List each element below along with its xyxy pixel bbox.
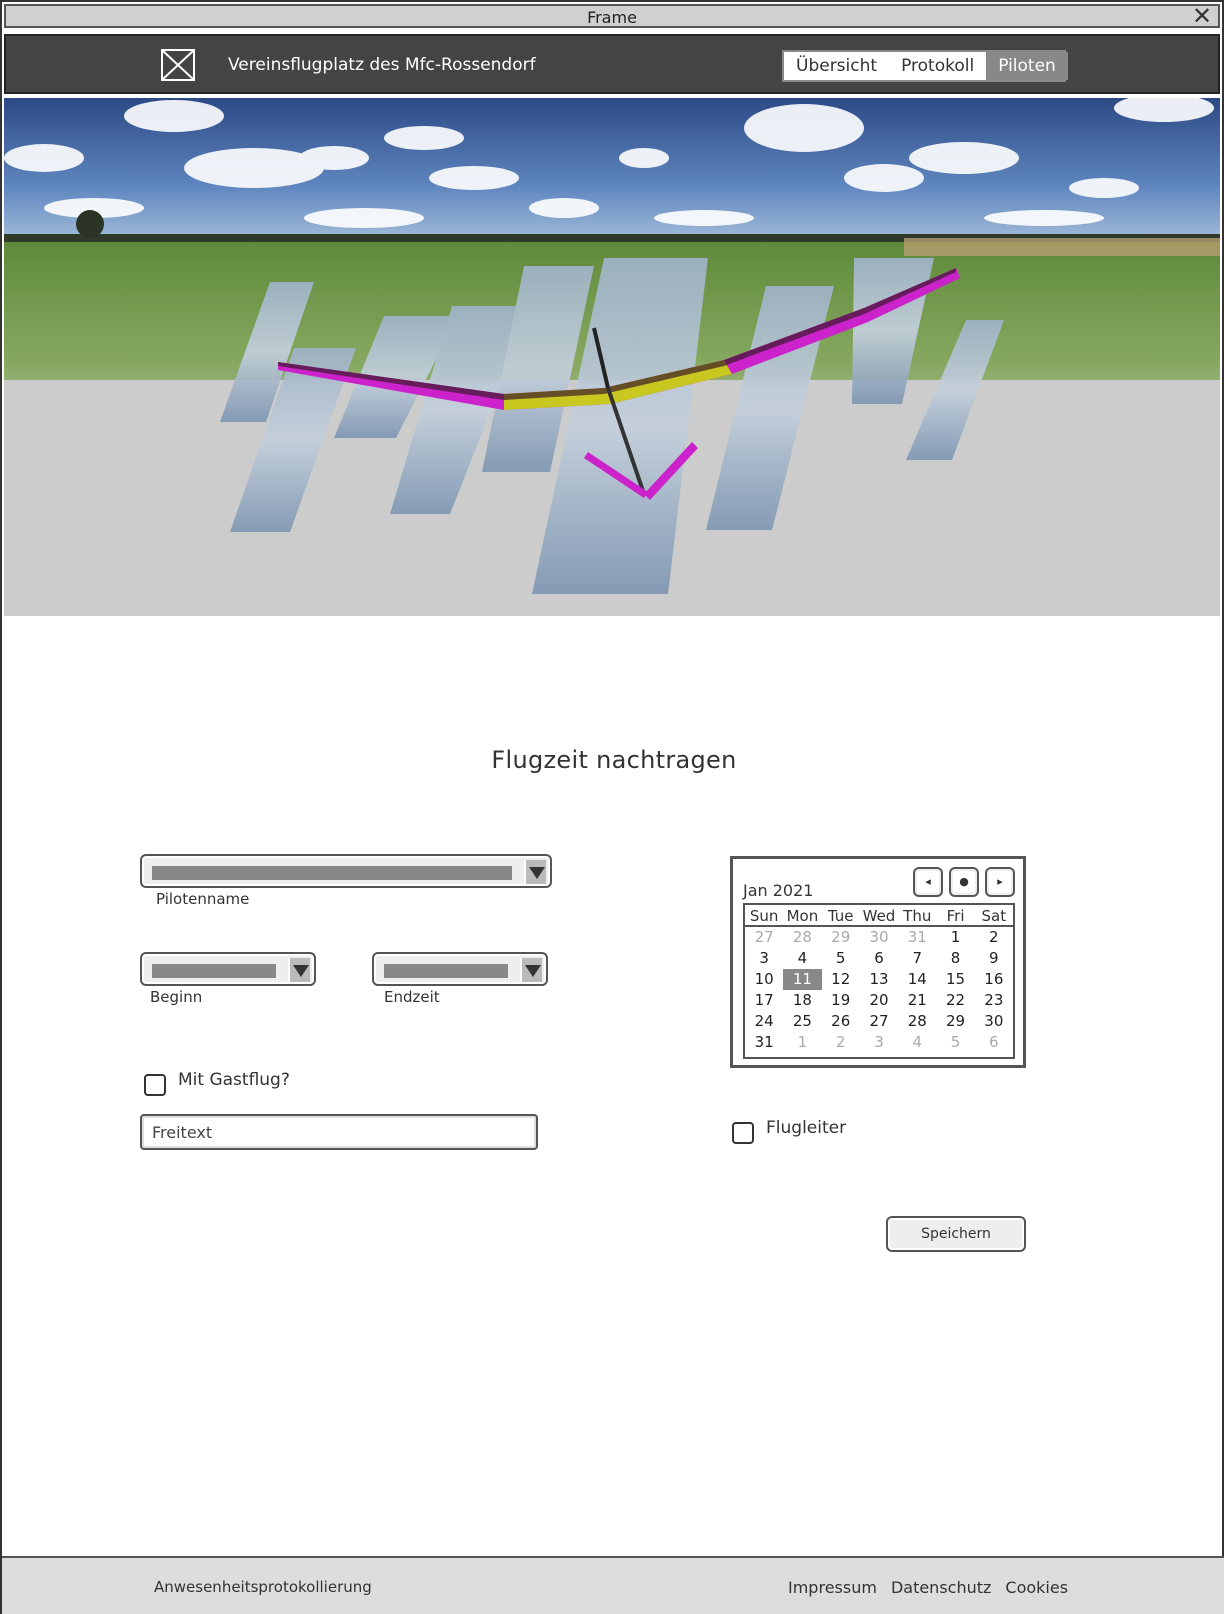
calendar-day[interactable]: 2 — [822, 1032, 860, 1053]
calendar-day[interactable]: 5 — [822, 948, 860, 969]
calendar-day[interactable]: 9 — [975, 948, 1013, 969]
calendar-day[interactable]: 19 — [822, 990, 860, 1011]
calendar-month: Jan 2021 — [743, 881, 814, 900]
flight-director-checkbox[interactable] — [732, 1122, 754, 1144]
chevron-down-icon[interactable] — [524, 860, 546, 884]
hero-image — [4, 98, 1220, 616]
calendar-day[interactable]: 27 — [860, 1011, 898, 1032]
chevron-down-icon[interactable] — [520, 958, 542, 982]
calendar-week: 31 1 2 3 4 5 6 — [745, 1032, 1013, 1053]
site-header: Vereinsflugplatz des Mfc-Rossendorf Über… — [4, 34, 1220, 94]
calendar-day[interactable]: 3 — [745, 948, 783, 969]
calendar-day[interactable]: 16 — [975, 969, 1013, 990]
calendar-day[interactable]: 8 — [936, 948, 974, 969]
calendar-day[interactable]: 10 — [745, 969, 783, 990]
calendar-week: 24 25 26 27 28 29 30 — [745, 1011, 1013, 1032]
site-title: Vereinsflugplatz des Mfc-Rossendorf — [228, 55, 536, 75]
weekday-label: Thu — [903, 907, 932, 925]
calendar-day[interactable]: 5 — [936, 1032, 974, 1053]
calendar-day[interactable]: 29 — [936, 1011, 974, 1032]
footer-links: Impressum Datenschutz Cookies — [788, 1578, 1068, 1597]
title-bar: Frame ✕ — [4, 4, 1220, 28]
end-time-label: Endzeit — [384, 988, 440, 1006]
calendar-day[interactable]: 31 — [898, 927, 936, 948]
chevron-down-icon[interactable] — [288, 958, 310, 982]
calendar-today-icon[interactable]: ● — [949, 867, 979, 897]
tab-piloten[interactable]: Piloten — [986, 52, 1068, 80]
calendar-day[interactable]: 1 — [783, 1032, 821, 1053]
calendar-day[interactable]: 30 — [860, 927, 898, 948]
calendar-week: 17 18 19 20 21 22 23 — [745, 990, 1013, 1011]
calendar-day[interactable]: 30 — [975, 1011, 1013, 1032]
calendar-day[interactable]: 29 — [822, 927, 860, 948]
calendar-day[interactable]: 7 — [898, 948, 936, 969]
pilot-name-label: Pilotenname — [156, 890, 250, 908]
calendar-day[interactable]: 31 — [745, 1032, 783, 1053]
freitext-input[interactable]: Freitext — [140, 1114, 538, 1150]
weekday-label: Sun — [749, 907, 779, 925]
calendar-day[interactable]: 28 — [783, 927, 821, 948]
tab-protokoll[interactable]: Protokoll — [889, 52, 986, 80]
calendar-week: 10 11 12 13 14 15 16 — [745, 969, 1013, 990]
calendar-day[interactable]: 28 — [898, 1011, 936, 1032]
calendar-day[interactable]: 22 — [936, 990, 974, 1011]
calendar-day[interactable]: 6 — [975, 1032, 1013, 1053]
close-icon[interactable]: ✕ — [1190, 4, 1214, 28]
begin-time-select[interactable] — [140, 952, 316, 986]
app-window: Frame ✕ Vereinsflugplatz des Mfc-Rossend… — [0, 0, 1224, 1614]
calendar-day[interactable]: 2 — [975, 927, 1013, 948]
calendar-week: 3 4 5 6 7 8 9 — [745, 948, 1013, 969]
tab-uebersicht[interactable]: Übersicht — [784, 52, 889, 80]
date-calendar: Jan 2021 ◂ ● ▸ Sun Mon Tue Wed Thu Fri S… — [730, 856, 1026, 1068]
weekday-label: Tue — [827, 907, 854, 925]
weekday-label: Sat — [981, 907, 1007, 925]
end-time-value — [384, 964, 508, 978]
pilot-name-value — [152, 866, 512, 880]
guest-flight-checkbox[interactable] — [144, 1074, 166, 1096]
calendar-day[interactable]: 4 — [898, 1032, 936, 1053]
calendar-day-selected[interactable]: 11 — [783, 969, 822, 990]
footer-app-name: Anwesenheitsprotokollierung — [154, 1578, 372, 1596]
calendar-day[interactable]: 12 — [822, 969, 860, 990]
calendar-day[interactable]: 24 — [745, 1011, 783, 1032]
calendar-day[interactable]: 26 — [822, 1011, 860, 1032]
pilot-name-select[interactable] — [140, 854, 552, 888]
calendar-day[interactable]: 25 — [783, 1011, 821, 1032]
calendar-day[interactable]: 23 — [975, 990, 1013, 1011]
window-title: Frame — [587, 8, 637, 27]
calendar-day[interactable]: 1 — [936, 927, 974, 948]
calendar-day[interactable]: 21 — [898, 990, 936, 1011]
logo-placeholder-icon — [161, 49, 195, 81]
save-button[interactable]: Speichern — [886, 1216, 1026, 1252]
calendar-day[interactable]: 18 — [783, 990, 821, 1011]
calendar-next-icon[interactable]: ▸ — [985, 867, 1015, 897]
calendar-day[interactable]: 13 — [860, 969, 898, 990]
weekday-label: Mon — [786, 907, 819, 925]
site-footer: Anwesenheitsprotokollierung Impressum Da… — [2, 1556, 1224, 1614]
calendar-prev-icon[interactable]: ◂ — [913, 867, 943, 897]
calendar-day[interactable]: 27 — [745, 927, 783, 948]
nav-tabs: Übersicht Protokoll Piloten — [782, 50, 1068, 82]
calendar-day[interactable]: 17 — [745, 990, 783, 1011]
weekday-label: Fri — [946, 907, 965, 925]
calendar-day[interactable]: 14 — [898, 969, 936, 990]
calendar-day[interactable]: 3 — [860, 1032, 898, 1053]
flight-director-label: Flugleiter — [766, 1118, 847, 1138]
calendar-day[interactable]: 6 — [860, 948, 898, 969]
footer-link-datenschutz[interactable]: Datenschutz — [891, 1578, 991, 1597]
begin-time-value — [152, 964, 276, 978]
guest-flight-label: Mit Gastflug? — [178, 1070, 290, 1090]
footer-link-impressum[interactable]: Impressum — [788, 1578, 877, 1597]
weekday-label: Wed — [862, 907, 896, 925]
calendar-day[interactable]: 4 — [783, 948, 821, 969]
calendar-day[interactable]: 20 — [860, 990, 898, 1011]
calendar-weekdays: Sun Mon Tue Wed Thu Fri Sat — [745, 905, 1013, 927]
calendar-grid: Sun Mon Tue Wed Thu Fri Sat 27 28 29 30 … — [743, 903, 1015, 1059]
end-time-select[interactable] — [372, 952, 548, 986]
calendar-day[interactable]: 15 — [936, 969, 974, 990]
page-title: Flugzeit nachtragen — [491, 746, 737, 774]
footer-link-cookies[interactable]: Cookies — [1005, 1578, 1068, 1597]
calendar-week: 27 28 29 30 31 1 2 — [745, 927, 1013, 948]
begin-time-label: Beginn — [150, 988, 203, 1006]
